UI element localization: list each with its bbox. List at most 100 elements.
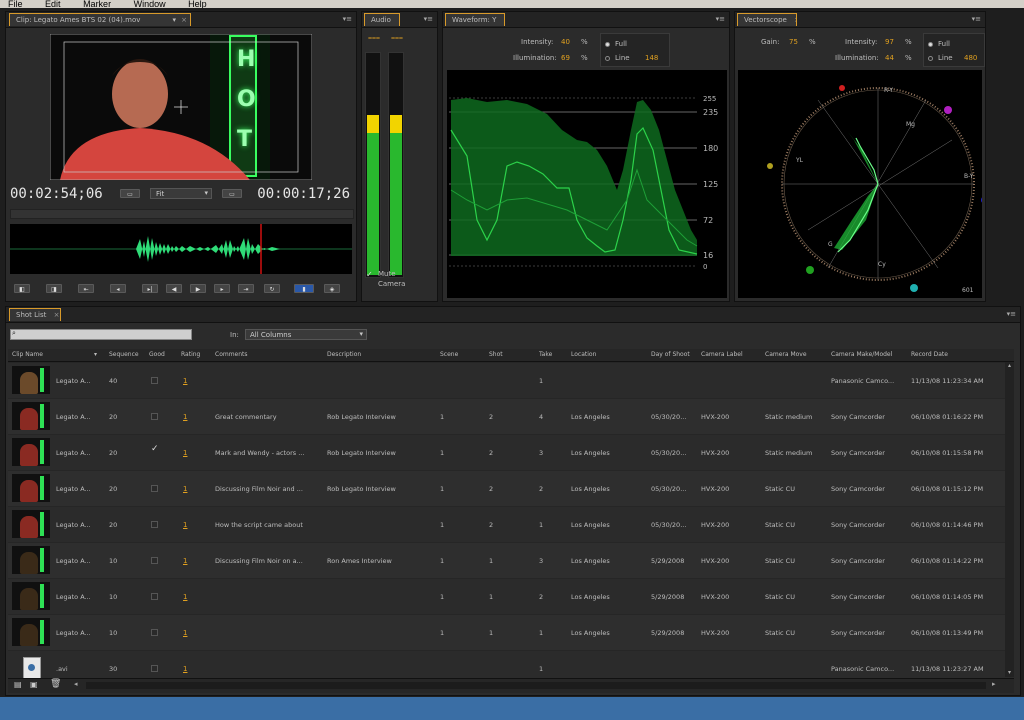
step-back-button[interactable]: ◂ — [110, 284, 126, 293]
column-header-camera-model[interactable]: Camera Make/Model — [831, 349, 909, 361]
good-checkbox[interactable] — [151, 557, 158, 564]
menu-help[interactable]: Help — [188, 0, 207, 8]
column-header-shot[interactable]: Shot — [489, 349, 535, 361]
tab-audio[interactable]: Audio × — [364, 13, 400, 26]
rating-value[interactable]: 1 — [183, 471, 187, 507]
rewind-button[interactable]: ◀ — [166, 284, 182, 293]
close-icon[interactable]: × — [54, 311, 60, 319]
column-header-scene[interactable]: Scene — [440, 349, 486, 361]
close-icon[interactable]: × — [504, 16, 505, 24]
intensity-value[interactable]: 40 — [561, 38, 570, 46]
rating-value[interactable]: 1 — [183, 507, 187, 543]
column-header-comments[interactable]: Comments — [215, 349, 325, 361]
column-header-description[interactable]: Description — [327, 349, 437, 361]
rating-value[interactable]: 1 — [183, 579, 187, 615]
loop-button[interactable]: ↻ — [264, 284, 280, 293]
rating-value[interactable]: 1 — [183, 399, 187, 435]
good-checkbox[interactable] — [151, 413, 158, 420]
panel-menu-icon[interactable]: ▾≡ — [716, 15, 725, 23]
scroll-up-icon[interactable]: ▴ — [1006, 362, 1013, 370]
gain-value[interactable]: 75 — [789, 38, 798, 46]
table-row[interactable]: Legato A... 40 1 1 Panasonic Camco... 11/13/0… — [8, 362, 1014, 398]
vs-intensity-value[interactable]: 97 — [885, 38, 894, 46]
good-checkbox[interactable] — [151, 485, 158, 492]
column-header-camera-move[interactable]: Camera Move — [765, 349, 829, 361]
close-icon[interactable]: × — [398, 16, 399, 24]
tab-shot-list[interactable]: Shot List × — [9, 308, 61, 321]
clip-dropdown-icon[interactable]: ▾ — [172, 14, 176, 26]
column-header-location[interactable]: Location — [571, 349, 649, 361]
table-row[interactable]: Legato A... 20 1 Great commentary Rob Legato… — [8, 398, 1014, 434]
zoom-select[interactable]: Fit ▾ — [150, 188, 212, 199]
timeline-scrubber[interactable] — [10, 209, 354, 219]
trash-icon[interactable]: 🗑 — [50, 679, 61, 689]
table-row[interactable]: Legato A... 10 1 1 1 2 Los Angeles 5/29/2008 HVX… — [8, 578, 1014, 614]
table-row[interactable]: Legato A... 10 1 Discussing Film Noir on a… — [8, 542, 1014, 578]
rating-value[interactable]: 1 — [183, 435, 187, 471]
tab-vectorscope[interactable]: Vectorscope × — [737, 13, 797, 26]
table-row[interactable]: Legato A... 10 1 1 1 1 Los Angeles 5/29/2008 HVX… — [8, 614, 1014, 650]
vs-full-radio[interactable] — [928, 42, 933, 47]
panel-menu-icon[interactable]: ▾≡ — [1007, 310, 1016, 318]
mute-checkbox[interactable]: ✓ — [366, 270, 373, 279]
marker-button[interactable]: ▮ — [294, 284, 314, 293]
go-to-in-button[interactable]: ⇤ — [78, 284, 94, 293]
rating-value[interactable]: 1 — [183, 615, 187, 651]
search-input[interactable] — [10, 329, 192, 340]
vs-illumination-value[interactable]: 44 — [885, 54, 894, 62]
sort-desc-icon[interactable]: ▾ — [94, 349, 97, 361]
column-header-rating[interactable]: Rating — [181, 349, 213, 361]
rating-value[interactable]: 1 — [183, 543, 187, 579]
good-checkbox[interactable] — [151, 521, 158, 528]
search-scope-select[interactable]: All Columns ▾ — [245, 329, 367, 340]
column-header-camera-label[interactable]: Camera Label — [701, 349, 763, 361]
output-button[interactable]: ▭ — [222, 189, 242, 198]
column-header-sequence[interactable]: Sequence — [109, 349, 147, 361]
new-bin-icon[interactable]: ▤ — [14, 680, 22, 689]
column-header-record-date[interactable]: Record Date — [911, 349, 1007, 361]
safe-margins-button[interactable]: ▭ — [120, 189, 140, 198]
table-row[interactable]: Legato A... 20 ✓ 1 Mark and Wendy - actors .… — [8, 434, 1014, 470]
panel-menu-icon[interactable]: ▾≡ — [972, 15, 981, 23]
mark-in-button[interactable]: ◧ — [14, 284, 30, 293]
good-checkbox[interactable] — [151, 629, 158, 636]
audio-waveform-display[interactable] — [10, 224, 352, 274]
illumination-value[interactable]: 69 — [561, 54, 570, 62]
rating-value[interactable]: 1 — [183, 363, 187, 399]
good-checkbox[interactable] — [151, 593, 158, 600]
column-header-good[interactable]: Good — [149, 349, 179, 361]
menu-marker[interactable]: Marker — [83, 0, 111, 8]
menu-file[interactable]: File — [8, 0, 23, 8]
tab-waveform[interactable]: Waveform: Y × — [445, 13, 505, 26]
current-timecode[interactable]: 00:02:54;06 — [10, 186, 103, 202]
table-row[interactable]: Legato A... 20 1 Discussing Film Noir and .… — [8, 470, 1014, 506]
scroll-down-icon[interactable]: ▾ — [1006, 669, 1013, 677]
close-icon[interactable]: × — [181, 14, 187, 26]
scroll-right-icon[interactable]: ▸ — [992, 680, 996, 688]
close-icon[interactable]: × — [794, 16, 796, 24]
video-frame[interactable]: HOT — [50, 34, 312, 180]
good-checkbox[interactable] — [151, 377, 158, 384]
menu-window[interactable]: Window — [134, 0, 166, 8]
menu-edit[interactable]: Edit — [45, 0, 61, 8]
line-radio[interactable] — [605, 56, 610, 61]
export-frame-button[interactable]: ◈ — [324, 284, 340, 293]
tab-clip[interactable]: Clip: Legato Ames BTS 02 (04).mov ▾ × — [9, 13, 191, 26]
play-button[interactable]: ▶ — [190, 284, 206, 293]
good-checkbox[interactable] — [151, 665, 158, 672]
column-header-take[interactable]: Take — [539, 349, 569, 361]
vs-line-radio[interactable] — [928, 56, 933, 61]
mark-out-button[interactable]: ◨ — [46, 284, 62, 293]
vertical-scrollbar[interactable]: ▴ ▾ — [1005, 362, 1014, 677]
good-checkbox[interactable]: ✓ — [151, 445, 159, 454]
line-value[interactable]: 148 — [645, 54, 658, 62]
full-radio[interactable] — [605, 42, 610, 47]
vs-line-value[interactable]: 480 — [964, 54, 977, 62]
scroll-left-icon[interactable]: ◂ — [74, 680, 78, 688]
column-header-day-of-shoot[interactable]: Day of Shoot — [651, 349, 699, 361]
panel-menu-icon[interactable]: ▾≡ — [343, 15, 352, 23]
column-header-clip-name[interactable]: Clip Name — [12, 349, 92, 361]
new-item-icon[interactable]: ▣ — [30, 680, 38, 689]
panel-menu-icon[interactable]: ▾≡ — [424, 15, 433, 23]
step-forward-button[interactable]: ▸ — [214, 284, 230, 293]
